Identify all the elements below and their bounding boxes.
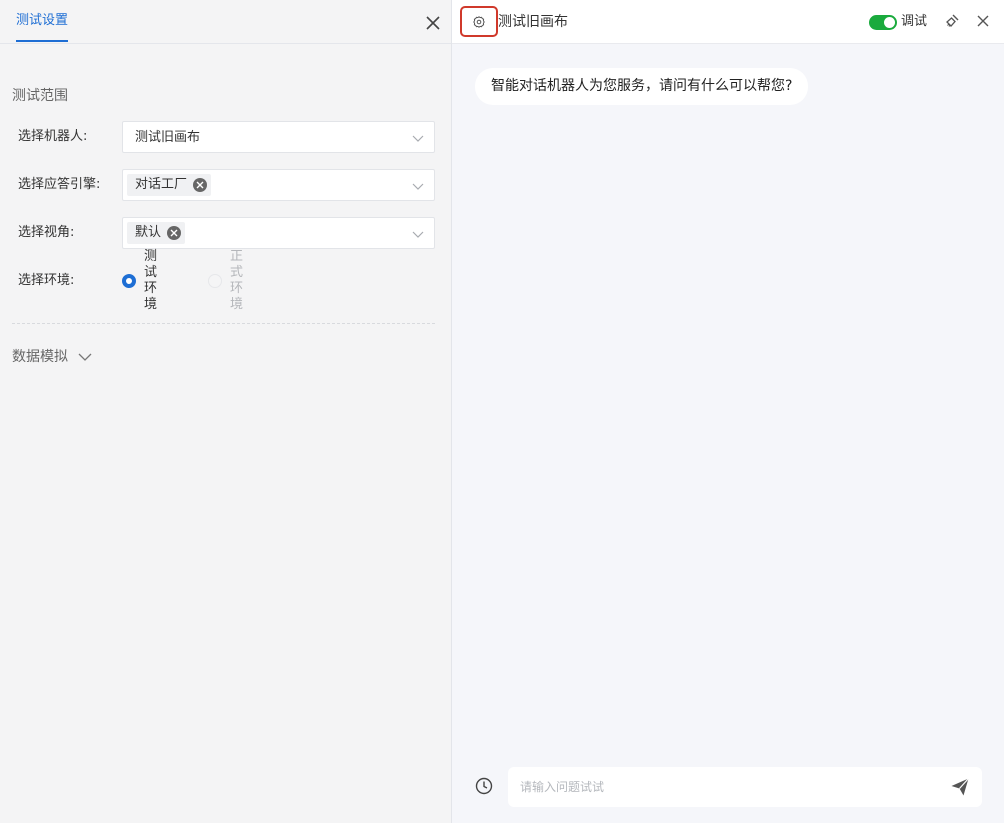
chat-header: 测试旧画布 调试 (452, 0, 1004, 44)
view-tag-label: 默认 (135, 225, 162, 240)
tag-remove-icon[interactable] (193, 178, 208, 192)
chat-input-box (508, 767, 982, 807)
toggle-knob (884, 17, 895, 28)
env-label: 选择环境: (18, 273, 75, 288)
robot-row: 选择机器人: 测试旧画布 (0, 121, 451, 153)
view-row: 选择视角: 默认 (0, 217, 451, 249)
broom-icon[interactable] (944, 13, 960, 29)
chevron-down-icon (412, 231, 424, 238)
tag-remove-icon[interactable] (167, 226, 182, 240)
chevron-down-icon (412, 135, 424, 142)
test-settings-panel: 测试设置 测试范围 选择机器人: 测试旧画布 选择应答引擎: 对话工厂 选择视角… (0, 0, 452, 823)
radio-test-env[interactable]: 测试环境 (122, 249, 157, 312)
debug-toggle[interactable] (869, 15, 897, 30)
radio-test-env-label: 测试环境 (144, 249, 158, 312)
canvas-title: 测试旧画布 (498, 14, 568, 30)
chat-test-panel: 测试旧画布 调试 智能对话机器人为您服务，请问有什么可以帮您? (452, 0, 1004, 823)
close-icon[interactable] (424, 14, 442, 32)
send-icon[interactable] (950, 777, 970, 797)
data-mock-toggle[interactable]: 数据模拟 (12, 346, 92, 368)
debug-label: 调试 (901, 14, 928, 29)
robot-label: 选择机器人: (18, 129, 88, 144)
radio-unchecked-icon (208, 274, 222, 288)
engine-tag: 对话工厂 (127, 174, 212, 196)
data-mock-label: 数据模拟 (12, 349, 68, 365)
bot-message-bubble: 智能对话机器人为您服务，请问有什么可以帮您? (475, 68, 809, 105)
tab-test-settings[interactable]: 测试设置 (16, 12, 69, 42)
test-scope-title: 测试范围 (12, 88, 68, 104)
close-icon[interactable] (976, 14, 990, 28)
engine-select[interactable]: 对话工厂 (122, 169, 435, 201)
engine-tag-label: 对话工厂 (135, 177, 188, 192)
view-select[interactable]: 默认 (122, 217, 435, 249)
view-label: 选择视角: (18, 225, 75, 240)
view-tag: 默认 (127, 222, 186, 244)
robot-value: 测试旧画布 (135, 130, 201, 145)
env-row: 选择环境: 测试环境 正式环境 (0, 249, 451, 312)
radio-checked-icon (122, 274, 136, 288)
robot-select[interactable]: 测试旧画布 (122, 121, 435, 153)
gear-icon (473, 16, 485, 28)
chevron-down-icon (412, 183, 424, 190)
radio-prod-env[interactable]: 正式环境 (208, 249, 243, 312)
chat-input[interactable] (508, 767, 928, 807)
engine-row: 选择应答引擎: 对话工厂 (0, 169, 451, 201)
settings-button[interactable] (460, 6, 498, 37)
engine-label: 选择应答引擎: (18, 177, 101, 192)
radio-prod-env-label: 正式环境 (230, 249, 244, 312)
chevron-down-icon (78, 353, 92, 361)
settings-header: 测试设置 (0, 0, 451, 44)
history-icon[interactable] (475, 777, 493, 795)
divider (12, 323, 435, 324)
